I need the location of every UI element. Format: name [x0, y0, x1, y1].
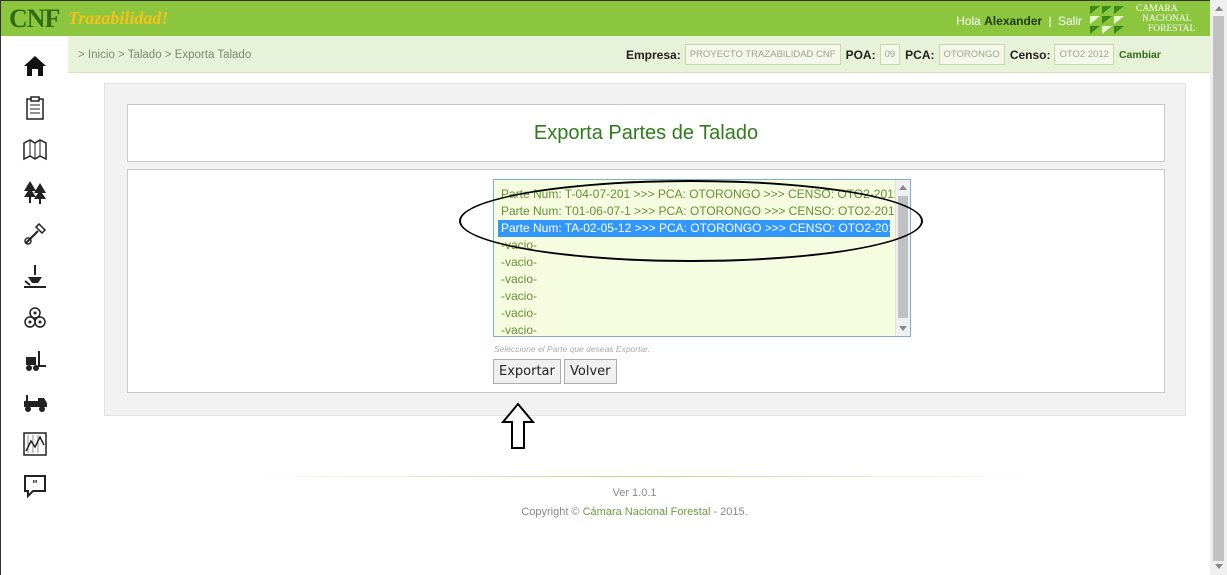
pca-value: OTORONGO	[938, 44, 1005, 65]
censo-value: OTO2 2012	[1054, 44, 1114, 65]
copyright-prefix: Copyright ©	[521, 506, 580, 518]
page-scrollbar[interactable]	[1210, 0, 1227, 575]
page-scroll-up-icon[interactable]	[1215, 6, 1223, 11]
empresa-value: PROYECTO TRAZABILIDAD CNF	[684, 44, 841, 65]
page-scroll-down-icon[interactable]	[1215, 564, 1223, 569]
pca-label: PCA:	[905, 47, 935, 62]
user-area: Hola Alexander | Salir	[956, 14, 1082, 28]
logout-link[interactable]: Salir	[1058, 14, 1082, 28]
page-scroll-thumb[interactable]	[1213, 16, 1224, 561]
logo-line-2: NACIONAL	[1142, 14, 1192, 24]
truck-icon[interactable]	[21, 388, 49, 416]
home-icon[interactable]	[21, 52, 49, 80]
scroll-down-icon[interactable]	[899, 326, 907, 331]
page-title: Exporta Partes de Talado	[533, 122, 759, 144]
username: Alexander	[984, 14, 1043, 28]
breadcrumb-talado[interactable]: Talado	[128, 49, 162, 61]
up-arrow-icon	[500, 402, 536, 449]
logs-icon[interactable]	[21, 304, 49, 332]
separator: |	[1048, 14, 1052, 28]
context-bar: > Inicio > Talado > Exporta Talado Empre…	[68, 36, 1210, 73]
logo-line-1: CAMARA	[1136, 4, 1178, 14]
exportar-button[interactable]: Exportar	[493, 359, 561, 384]
copyright: Copyright © Cámara Nacional Forestal - 2…	[0, 506, 1227, 518]
copyright-org-link[interactable]: Cámara Nacional Forestal	[583, 506, 711, 518]
logo-cnf[interactable]: CNF	[9, 4, 60, 34]
breadcrumb-prefix: >	[78, 49, 85, 61]
copyright-suffix: - 2015.	[713, 506, 748, 518]
camara-logo-text: CAMARA NACIONAL FORESTAL	[1136, 4, 1195, 34]
tree-felling-icon[interactable]	[21, 262, 49, 290]
breadcrumb-inicio[interactable]: Inicio	[88, 49, 115, 61]
camara-logo-icon	[1090, 6, 1124, 34]
forklift-icon[interactable]	[21, 346, 49, 374]
list-item[interactable]: -vacio-	[498, 322, 890, 336]
cambiar-link[interactable]: Cambiar	[1119, 49, 1161, 61]
breadcrumb: > Inicio > Talado > Exporta Talado	[78, 49, 251, 61]
highlight-ellipse	[459, 180, 923, 262]
list-item[interactable]: -vacio-	[498, 271, 890, 288]
camara-nacional-forestal-logo: CAMARA NACIONAL FORESTAL	[1088, 4, 1204, 36]
logo-trazabilidad[interactable]: Trazabilidad!	[68, 8, 168, 29]
footer-divider	[240, 476, 1040, 477]
clipboard-icon[interactable]	[21, 94, 49, 122]
empresa-label: Empresa:	[626, 47, 681, 62]
volver-button[interactable]: Volver	[564, 359, 617, 384]
version-text: Ver 1.0.1	[612, 487, 657, 499]
list-item[interactable]: -vacio-	[498, 305, 890, 322]
app-header: CNF Trazabilidad! Hola Alexander | Salir…	[0, 0, 1210, 36]
title-panel: Exporta Partes de Talado	[127, 104, 1165, 162]
greeting-text: Hola	[956, 14, 981, 28]
censo-label: Censo:	[1009, 47, 1051, 62]
breadcrumb-current: Exporta Talado	[174, 49, 252, 61]
selection-hint: Seleccione el Parte que deseas Exportar.	[494, 344, 651, 354]
tool-icon[interactable]	[21, 220, 49, 248]
scroll-up-icon[interactable]	[899, 185, 907, 190]
poa-label: POA:	[845, 47, 876, 62]
breadcrumb-separator: >	[117, 49, 125, 61]
logo-line-3: FORESTAL	[1148, 24, 1196, 34]
list-item[interactable]: -vacio-	[498, 288, 890, 305]
trees-icon[interactable]	[21, 178, 49, 206]
map-icon[interactable]	[21, 136, 49, 164]
context-selector: Empresa: PROYECTO TRAZABILIDAD CNF POA: …	[626, 44, 1161, 65]
chart-icon[interactable]	[21, 430, 49, 458]
poa-value: 09	[879, 44, 901, 65]
breadcrumb-separator: >	[164, 49, 172, 61]
